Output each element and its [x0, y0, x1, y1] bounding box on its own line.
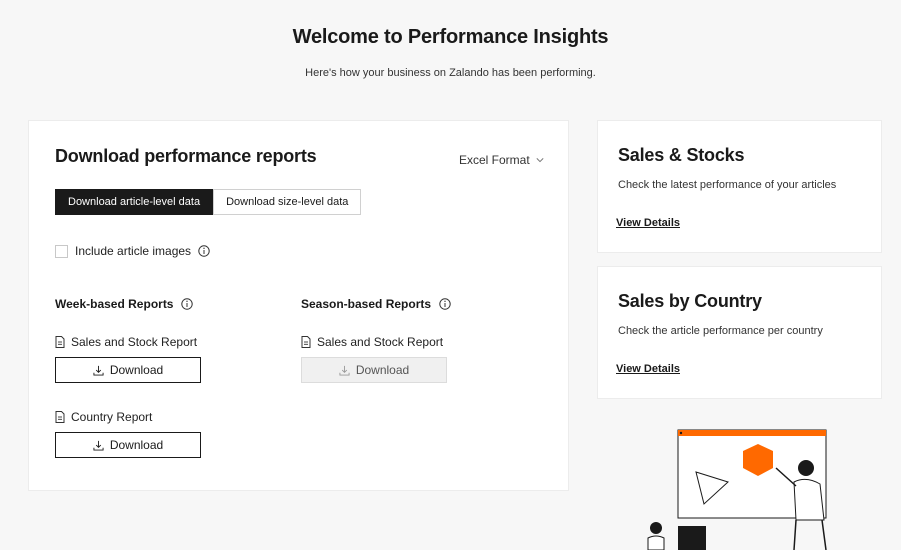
- document-icon: [55, 411, 65, 423]
- page-subtitle: Here's how your business on Zalando has …: [305, 67, 596, 79]
- season-reports-title: Season-based Reports: [301, 297, 451, 311]
- download-icon: [339, 365, 350, 376]
- report-name: Country Report: [71, 410, 153, 424]
- download-label: Download: [109, 363, 164, 377]
- reports-title: Download performance reports: [55, 146, 317, 166]
- sales-stocks-view-details-link[interactable]: View Details: [616, 217, 680, 229]
- season-reports-label: Season-based Reports: [301, 297, 432, 311]
- tab-size-level[interactable]: Download size-level data: [213, 189, 362, 215]
- document-icon: [55, 336, 65, 348]
- sales-country-view-details-link[interactable]: View Details: [616, 363, 680, 375]
- board-dot: [679, 431, 683, 435]
- sales-stocks-card: Sales & Stocks Check the latest performa…: [597, 120, 882, 253]
- board-header-bar: [678, 430, 826, 436]
- sales-country-card: Sales by Country Check the article perfo…: [597, 266, 882, 399]
- format-dropdown[interactable]: Excel Format: [459, 153, 544, 167]
- include-images-label: Include article images: [75, 244, 192, 258]
- page-title: Welcome to Performance Insights: [292, 26, 609, 48]
- sales-country-description: Check the article performance per countr…: [618, 325, 823, 337]
- dark-box: [678, 526, 706, 550]
- data-level-toggle: Download article-level data Download siz…: [55, 189, 362, 215]
- report-name: Sales and Stock Report: [71, 335, 198, 349]
- sales-stocks-title: Sales & Stocks: [618, 145, 745, 165]
- download-week-sales-stock-button[interactable]: Download: [55, 357, 201, 383]
- sales-country-title: Sales by Country: [618, 291, 762, 311]
- download-country-report-button[interactable]: Download: [55, 432, 201, 458]
- presentation-illustration: [647, 429, 827, 550]
- download-icon: [93, 365, 104, 376]
- download-label: Download: [109, 438, 164, 452]
- download-icon: [93, 440, 104, 451]
- chevron-down-icon: [536, 158, 544, 163]
- report-name: Sales and Stock Report: [317, 335, 444, 349]
- info-icon[interactable]: [439, 298, 451, 310]
- week-reports-title: Week-based Reports: [55, 297, 194, 311]
- document-icon: [301, 336, 311, 348]
- week-country-report: Country Report: [55, 410, 152, 424]
- small-person-head: [650, 522, 662, 534]
- week-reports-label: Week-based Reports: [55, 297, 174, 311]
- sales-stocks-description: Check the latest performance of your art…: [618, 179, 837, 191]
- download-season-sales-stock-button[interactable]: Download: [301, 357, 447, 383]
- format-label: Excel Format: [459, 153, 530, 167]
- reports-card: Download performance reports Excel Forma…: [28, 120, 569, 491]
- info-icon[interactable]: [181, 298, 194, 310]
- person-legs: [793, 519, 827, 550]
- person-head: [798, 460, 814, 476]
- download-label: Download: [355, 363, 410, 377]
- info-icon[interactable]: [198, 245, 210, 257]
- week-sales-stock-report: Sales and Stock Report: [55, 335, 197, 349]
- include-images-checkbox[interactable]: [55, 244, 68, 258]
- season-sales-stock-report: Sales and Stock Report: [301, 335, 443, 349]
- tab-article-level[interactable]: Download article-level data: [55, 189, 214, 215]
- small-person-body: [647, 535, 665, 550]
- person-body: [793, 478, 825, 521]
- include-images-row: Include article images: [55, 244, 210, 258]
